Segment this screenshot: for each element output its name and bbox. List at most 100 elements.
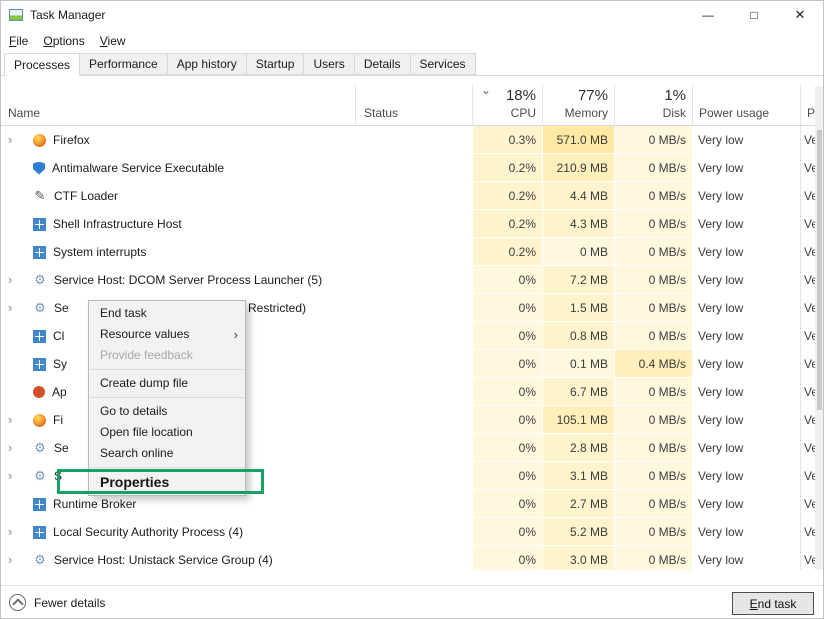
expand-chevron-icon[interactable]: › (8, 518, 24, 546)
disk-cell: 0 MB/s (614, 126, 692, 154)
column-header-power-usage[interactable]: Power usage (692, 84, 800, 125)
expand-chevron-icon[interactable]: › (8, 294, 24, 322)
fewer-details-label: Fewer details (34, 596, 105, 610)
menu-item-resource-values[interactable]: Resource values› (89, 324, 245, 345)
memory-header-label: Memory (565, 106, 608, 120)
minimize-button[interactable]: — (685, 0, 731, 30)
menu-separator (90, 467, 244, 468)
window-title: Task Manager (30, 8, 105, 22)
disk-total-percent: 1% (664, 87, 686, 104)
expand-chevron-icon[interactable]: › (8, 434, 24, 462)
power-usage-cell: Very low (692, 490, 800, 518)
expand-chevron-icon[interactable]: › (8, 126, 24, 154)
orange-dot-icon (33, 386, 45, 398)
memory-cell: 2.7 MB (542, 490, 614, 518)
power-usage-cell: Very low (692, 462, 800, 490)
power-usage-cell: Very low (692, 266, 800, 294)
process-row[interactable]: › Service Host: Unistack Service Group (… (0, 546, 824, 570)
status-cell (355, 462, 472, 490)
vertical-scrollbar[interactable] (815, 86, 824, 570)
sort-caret-icon: ⌄ (481, 83, 491, 97)
cpu-cell: 0.2% (472, 182, 542, 210)
tab-app-history[interactable]: App history (167, 53, 247, 75)
process-name: Service Host: Unistack Service Group (4) (54, 546, 273, 570)
process-row[interactable]: Antimalware Service Executable 0.2% 210.… (0, 154, 824, 182)
cpu-cell: 0% (472, 546, 542, 570)
menu-item-search-online[interactable]: Search online (89, 443, 245, 464)
status-cell (355, 294, 472, 322)
status-cell (355, 350, 472, 378)
tab-services[interactable]: Services (410, 53, 476, 75)
memory-cell: 0.8 MB (542, 322, 614, 350)
process-row[interactable]: › Firefox 0.3% 571.0 MB 0 MB/s Very low … (0, 126, 824, 154)
status-cell (355, 518, 472, 546)
column-header-cpu[interactable]: ⌄ 18% CPU (472, 84, 542, 125)
name-cell: Antimalware Service Executable (0, 154, 355, 182)
memory-cell: 4.4 MB (542, 182, 614, 210)
menu-item-properties[interactable]: Properties (89, 471, 245, 493)
submenu-arrow-icon: › (234, 324, 238, 345)
end-task-button[interactable]: End task (732, 592, 814, 615)
tab-processes[interactable]: Processes (4, 53, 80, 76)
process-name: Firefox (53, 126, 90, 154)
close-button[interactable]: ✕ (777, 0, 823, 30)
tab-details[interactable]: Details (354, 53, 411, 75)
menu-item-label: Properties (100, 474, 169, 490)
expand-chevron-icon[interactable]: › (8, 406, 24, 434)
status-header-label: Status (364, 106, 398, 120)
cpu-cell: 0% (472, 434, 542, 462)
firefox-icon (33, 414, 46, 427)
status-cell (355, 406, 472, 434)
column-header-name[interactable]: Name (0, 84, 355, 125)
memory-cell: 6.7 MB (542, 378, 614, 406)
context-menu: End taskResource values›Provide feedback… (88, 300, 246, 496)
power-usage-cell: Very low (692, 378, 800, 406)
process-row[interactable]: Shell Infrastructure Host 0.2% 4.3 MB 0 … (0, 210, 824, 238)
tab-performance[interactable]: Performance (79, 53, 168, 75)
chevron-up-icon (12, 598, 23, 609)
menu-file[interactable]: File (9, 34, 28, 48)
menu-item-end-task[interactable]: End task (89, 303, 245, 324)
process-name: Service Host: DCOM Server Process Launch… (54, 266, 322, 294)
window-icon (33, 526, 46, 539)
status-cell (355, 126, 472, 154)
expand-chevron-icon[interactable]: › (8, 266, 24, 294)
title-bar: Task Manager — □ ✕ (0, 0, 824, 30)
tab-startup[interactable]: Startup (246, 53, 305, 75)
column-header-disk[interactable]: 1% Disk (614, 84, 692, 125)
process-name: Ap (52, 378, 67, 406)
menu-separator (90, 369, 244, 370)
window-icon (33, 358, 46, 371)
process-row[interactable]: › Local Security Authority Process (4) 0… (0, 518, 824, 546)
process-row[interactable]: › Service Host: DCOM Server Process Laun… (0, 266, 824, 294)
menu-item-label: Search online (100, 446, 173, 460)
process-name: S (54, 462, 62, 490)
gear-icon (33, 469, 47, 483)
menu-view[interactable]: View (100, 34, 126, 48)
footer-bar: Fewer details End task (0, 585, 824, 619)
pen-icon (33, 189, 47, 203)
process-name: Sy (53, 350, 67, 378)
expand-chevron-icon[interactable]: › (8, 546, 24, 570)
process-row[interactable]: System interrupts 0.2% 0 MB 0 MB/s Very … (0, 238, 824, 266)
column-header-status[interactable]: Status (355, 84, 472, 125)
name-cell: › Service Host: DCOM Server Process Laun… (0, 266, 355, 294)
menu-options[interactable]: Options (43, 34, 84, 48)
memory-cell: 4.3 MB (542, 210, 614, 238)
menu-item-create-dump-file[interactable]: Create dump file (89, 373, 245, 394)
menu-item-go-to-details[interactable]: Go to details (89, 401, 245, 422)
disk-cell: 0 MB/s (614, 238, 692, 266)
fewer-details-toggle[interactable]: Fewer details (9, 594, 105, 611)
expand-chevron-icon[interactable]: › (8, 462, 24, 490)
window-icon (33, 498, 46, 511)
name-cell: › Service Host: Unistack Service Group (… (0, 546, 355, 570)
column-header-memory[interactable]: 77% Memory (542, 84, 614, 125)
tab-users[interactable]: Users (303, 53, 354, 75)
process-row[interactable]: CTF Loader 0.2% 4.4 MB 0 MB/s Very low V… (0, 182, 824, 210)
menu-item-open-file-location[interactable]: Open file location (89, 422, 245, 443)
scrollbar-thumb[interactable] (817, 130, 822, 410)
firefox-icon (33, 134, 46, 147)
memory-cell: 0.1 MB (542, 350, 614, 378)
maximize-button[interactable]: □ (731, 0, 777, 30)
disk-cell: 0 MB/s (614, 406, 692, 434)
